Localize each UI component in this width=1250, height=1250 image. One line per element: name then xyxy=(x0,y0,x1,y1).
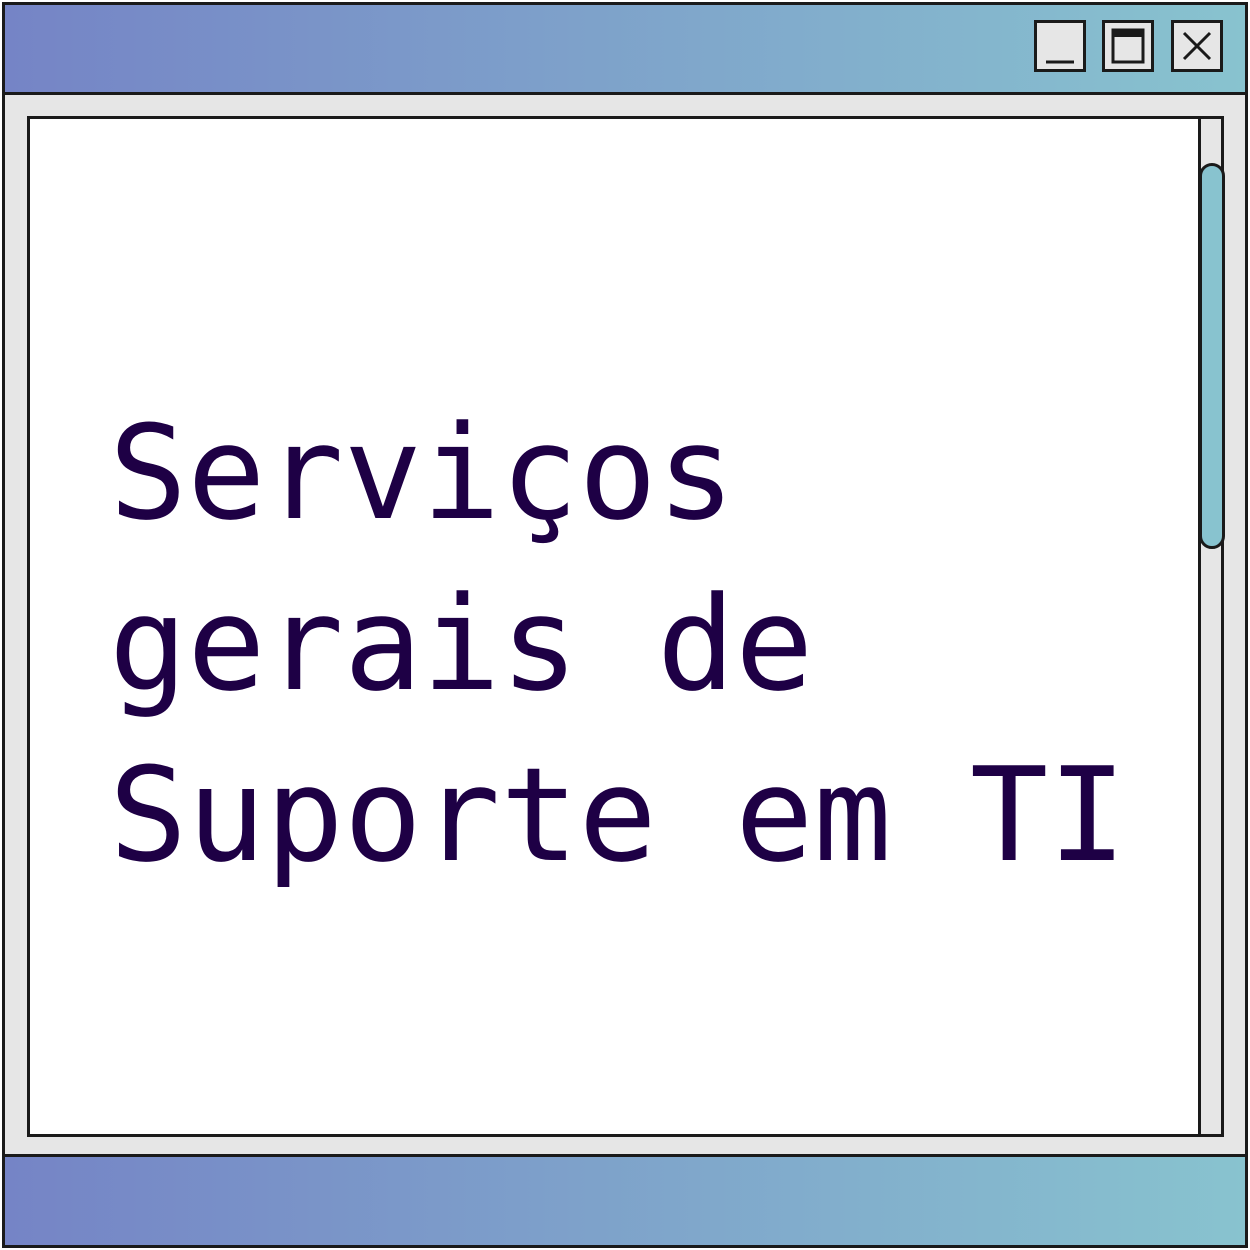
close-button[interactable] xyxy=(1171,20,1223,72)
headline-line: gerais de xyxy=(109,568,814,720)
title-bar[interactable] xyxy=(5,5,1245,95)
headline-line: Serviços xyxy=(109,397,736,549)
close-icon xyxy=(1182,31,1212,61)
maximize-icon xyxy=(1111,28,1145,64)
minimize-icon xyxy=(1046,60,1074,64)
headline-line: Suporte em TI xyxy=(109,739,1127,891)
maximize-button[interactable] xyxy=(1102,20,1154,72)
app-window: Serviços gerais de Suporte em TI xyxy=(2,2,1248,1248)
scrollbar-thumb[interactable] xyxy=(1199,163,1225,549)
headline: Serviços gerais de Suporte em TI xyxy=(109,388,1126,901)
minimize-button[interactable] xyxy=(1034,20,1086,72)
bottom-bar xyxy=(5,1154,1245,1245)
